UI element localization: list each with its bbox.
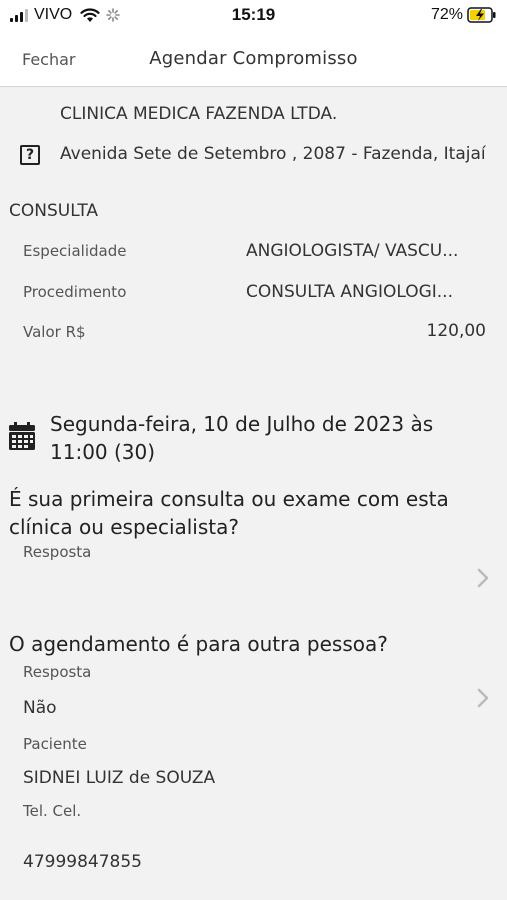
procedure-value: CONSULTA ANGIOLOGI...	[246, 282, 453, 302]
phone-label: Tel. Cel.	[23, 802, 82, 820]
calendar-icon	[9, 422, 35, 450]
other-person-answer-value[interactable]: Não	[23, 698, 57, 718]
chevron-right-icon[interactable]	[477, 568, 489, 588]
price-label: Valor R$	[23, 323, 86, 341]
price-value: 120,00	[426, 321, 486, 341]
other-person-answer-label: Resposta	[23, 663, 92, 681]
page-title: Agendar Compromisso	[149, 48, 358, 69]
first-visit-question: É sua primeira consulta ou exame com est…	[9, 487, 449, 539]
specialty-value: ANGIOLOGISTA/ VASCU...	[246, 241, 459, 261]
navigation-bar: Fechar Agendar Compromisso	[0, 30, 507, 87]
appointment-datetime: Segunda-feira, 10 de Julho de 2023 às 11…	[50, 410, 490, 466]
battery-percentage: 72%	[430, 6, 463, 23]
first-visit-answer-label: Resposta	[23, 543, 92, 561]
specialty-label: Especialidade	[23, 242, 127, 260]
help-icon[interactable]: ?	[20, 145, 40, 165]
appointment-date: Segunda-feira, 10 de Julho de 2023 às	[50, 412, 434, 436]
clinic-address: Avenida Sete de Setembro , 2087 - Fazend…	[60, 144, 486, 164]
consulta-section-title: CONSULTA	[9, 201, 99, 221]
chevron-right-icon[interactable]	[477, 688, 489, 708]
procedure-label: Procedimento	[23, 283, 127, 301]
patient-label: Paciente	[23, 735, 87, 753]
status-right: 72%	[431, 6, 497, 24]
appointment-time: 11:00 (30)	[50, 440, 156, 464]
patient-name: SIDNEI LUIZ de SOUZA	[23, 768, 216, 788]
status-bar: VIVO 15:19 72%	[0, 0, 507, 30]
phone-value: 47999847855	[23, 852, 142, 872]
battery-charging-icon	[467, 7, 496, 23]
clinic-name: CLINICA MEDICA FAZENDA LTDA.	[60, 104, 338, 124]
other-person-question: O agendamento é para outra pessoa?	[9, 632, 388, 656]
